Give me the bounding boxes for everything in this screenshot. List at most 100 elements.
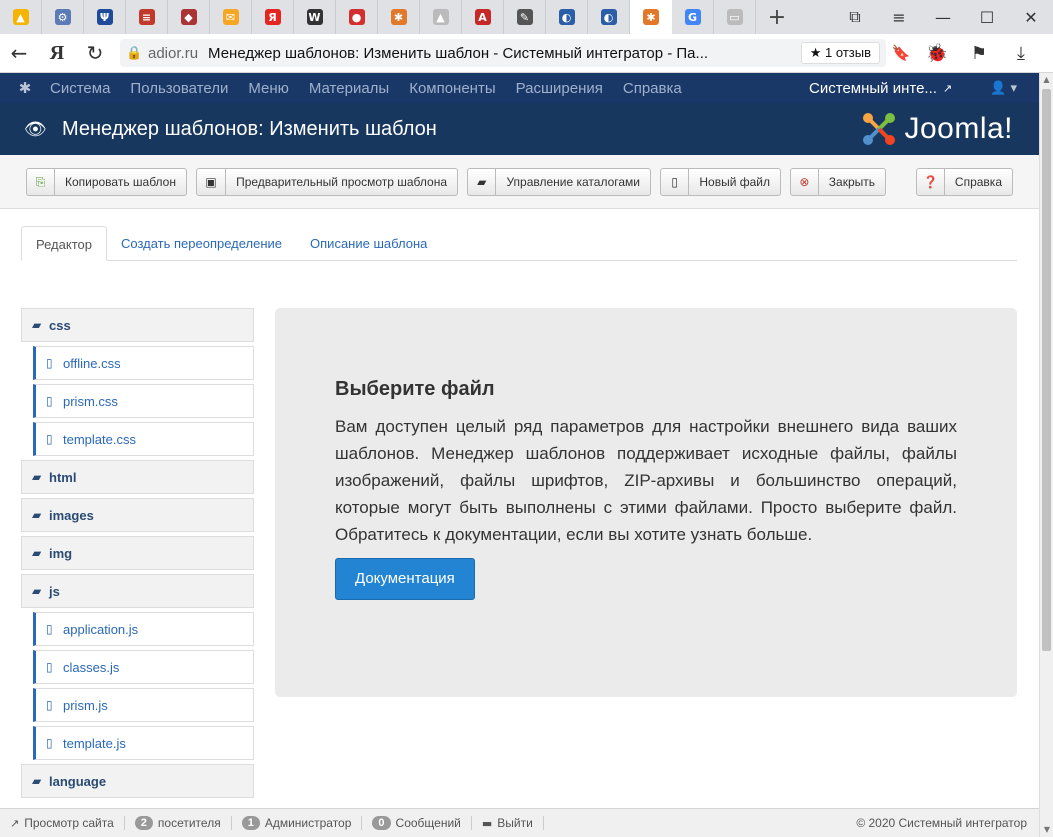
browser-tab[interactable]: G bbox=[672, 0, 714, 34]
reviews-badge[interactable]: ★ 1 отзыв bbox=[800, 42, 880, 64]
site-name-link[interactable]: Системный инте... bbox=[809, 80, 937, 97]
vertical-scrollbar[interactable]: ▲ ▼ bbox=[1039, 73, 1053, 837]
browser-tab[interactable]: ✱ bbox=[378, 0, 420, 34]
toolbar: ⎘ Копировать шаблон ▣ Предварительный пр… bbox=[0, 155, 1039, 209]
tree-file[interactable]: ▯ classes.js bbox=[33, 650, 254, 684]
logout-link[interactable]: ▬ Выйти bbox=[472, 816, 544, 830]
url-bar[interactable]: 🔒 adior.ru Менеджер шаблонов: Изменить ш… bbox=[120, 39, 886, 67]
mail-icon: ✉ bbox=[222, 9, 239, 25]
menu-menus[interactable]: Меню bbox=[248, 80, 289, 97]
menu-help[interactable]: Справка bbox=[623, 80, 682, 97]
close-window-icon[interactable]: ✕ bbox=[1009, 0, 1053, 34]
download-icon[interactable]: ⤓ bbox=[1000, 34, 1042, 73]
tree-folder[interactable]: ▰ img bbox=[21, 536, 254, 570]
browser-tab[interactable]: ◐ bbox=[546, 0, 588, 34]
menu-extensions[interactable]: Расширения bbox=[516, 80, 603, 97]
close-button[interactable]: ⊗ Закрыть bbox=[790, 168, 886, 196]
tab-template-description[interactable]: Описание шаблона bbox=[296, 226, 441, 261]
tree-folder[interactable]: ▰ js bbox=[21, 574, 254, 608]
browser-tab[interactable]: W bbox=[294, 0, 336, 34]
browser-tab[interactable]: ● bbox=[336, 0, 378, 34]
eye-icon: 👁 bbox=[24, 118, 47, 140]
browser-tabbar: ▲ ⚙ Ψ ≡ ◆ ✉ Я W ● ✱ ▲ A ✎ ◐ ◐ ✱ G ▭ + ⧉ ≡ — ☐ ✕ bbox=[0, 0, 1053, 34]
preview-template-button[interactable]: ▣ Предварительный просмотр шаблона bbox=[196, 168, 458, 196]
scroll-up-arrow-icon[interactable]: ▲ bbox=[1040, 73, 1053, 87]
tree-file[interactable]: ▯ application.js bbox=[33, 612, 254, 646]
browser-tab[interactable]: ✱ bbox=[630, 0, 672, 34]
menu-icon[interactable]: ≡ bbox=[877, 0, 921, 34]
menu-components[interactable]: Компоненты bbox=[409, 80, 495, 97]
joomla-logo-icon[interactable]: ✱ bbox=[0, 79, 50, 97]
wikipedia-icon: W bbox=[306, 9, 323, 25]
folder-open-icon: ▰ bbox=[32, 470, 42, 484]
browser-tab[interactable]: ≡ bbox=[126, 0, 168, 34]
psi-icon: Ψ bbox=[96, 9, 113, 25]
back-arrow-icon[interactable]: ← bbox=[0, 34, 38, 73]
tree-file[interactable]: ▯ prism.css bbox=[33, 384, 254, 418]
admins-status[interactable]: 1 Администратор bbox=[232, 816, 363, 830]
menu-content[interactable]: Материалы bbox=[309, 80, 389, 97]
scroll-down-arrow-icon[interactable]: ▼ bbox=[1040, 823, 1053, 837]
new-tab-button[interactable]: + bbox=[756, 0, 798, 34]
tree-file[interactable]: ▯ template.css bbox=[33, 422, 254, 456]
triangle-icon: ▲ bbox=[432, 9, 449, 25]
site-icon: ◐ bbox=[558, 9, 575, 25]
bookmark-icon[interactable]: 🔖 bbox=[886, 44, 916, 62]
reload-icon[interactable]: ↻ bbox=[76, 34, 114, 73]
tree-item-label: template.js bbox=[63, 735, 126, 751]
browser-tab[interactable]: ▭ bbox=[714, 0, 756, 34]
scrollbar-thumb[interactable] bbox=[1042, 89, 1051, 651]
browser-tab[interactable]: ▲ bbox=[0, 0, 42, 34]
tree-item-label: prism.js bbox=[63, 697, 108, 713]
tree-item-label: classes.js bbox=[63, 659, 120, 675]
documentation-button[interactable]: Документация bbox=[335, 558, 475, 600]
browser-tab[interactable]: ✉ bbox=[210, 0, 252, 34]
browser-tab[interactable]: Ψ bbox=[84, 0, 126, 34]
close-label: Закрыть bbox=[828, 175, 875, 189]
browser-tab[interactable]: ◆ bbox=[168, 0, 210, 34]
user-dropdown-icon[interactable]: 👤 ▾ bbox=[990, 81, 1017, 96]
view-site-link[interactable]: ↗ Просмотр сайта bbox=[0, 816, 125, 830]
tree-item-label: images bbox=[49, 507, 94, 523]
tree-file[interactable]: ▯ prism.js bbox=[33, 688, 254, 722]
tree-file[interactable]: ▯ offline.css bbox=[33, 346, 254, 380]
folder-open-icon: ▰ bbox=[32, 318, 42, 332]
url-page-title: Менеджер шаблонов: Изменить шаблон - Сис… bbox=[208, 44, 709, 62]
menu-users[interactable]: Пользователи bbox=[130, 80, 228, 97]
folder-open-icon: ▰ bbox=[32, 774, 42, 788]
ladybug-extension-icon[interactable]: 🐞 bbox=[916, 34, 958, 73]
tree-folder[interactable]: ▰ language bbox=[21, 764, 254, 798]
tree-folder[interactable]: ▰ css bbox=[21, 308, 254, 342]
tree-folder[interactable]: ▰ html bbox=[21, 460, 254, 494]
lock-icon[interactable]: 🔒 bbox=[126, 46, 148, 61]
minimize-icon[interactable]: — bbox=[921, 0, 965, 34]
translate-extension-icon[interactable]: ⚑ bbox=[958, 34, 1000, 73]
browser-tab[interactable]: ✎ bbox=[504, 0, 546, 34]
site-icon: A bbox=[474, 9, 491, 25]
browser-tab[interactable]: ▲ bbox=[420, 0, 462, 34]
yandex-button[interactable]: Я bbox=[38, 34, 76, 73]
manage-folders-button[interactable]: ▰ Управление каталогами bbox=[467, 168, 651, 196]
messages-status[interactable]: 0 Сообщений bbox=[362, 816, 472, 830]
messages-count-badge: 0 bbox=[372, 816, 391, 830]
new-file-button[interactable]: ▯ Новый файл bbox=[660, 168, 781, 196]
folder-open-icon: ▰ bbox=[32, 546, 42, 560]
tree-folder[interactable]: ▰ images bbox=[21, 498, 254, 532]
tab-manager-icon[interactable]: ⧉ bbox=[833, 0, 877, 34]
browser-tab[interactable]: ⚙ bbox=[42, 0, 84, 34]
copy-template-button[interactable]: ⎘ Копировать шаблон bbox=[26, 168, 187, 196]
file-icon: ▯ bbox=[46, 394, 53, 408]
maximize-icon[interactable]: ☐ bbox=[965, 0, 1009, 34]
menu-system[interactable]: Система bbox=[50, 80, 110, 97]
file-tree: ▰ css ▯ offline.css ▯ prism.css ▯ template.css ▰… bbox=[21, 308, 254, 802]
browser-tab[interactable]: Я bbox=[252, 0, 294, 34]
tree-file[interactable]: ▯ template.js bbox=[33, 726, 254, 760]
browser-addressbar: ← Я ↻ 🔒 adior.ru Менеджер шаблонов: Изме… bbox=[0, 34, 1053, 73]
help-button[interactable]: ❓ Справка bbox=[916, 168, 1013, 196]
browser-tab[interactable]: ◐ bbox=[588, 0, 630, 34]
tab-editor[interactable]: Редактор bbox=[21, 226, 107, 261]
tab-create-override[interactable]: Создать переопределение bbox=[107, 226, 296, 261]
browser-tab[interactable]: A bbox=[462, 0, 504, 34]
admin-status-bar: ↗ Просмотр сайта 2 посетителя 1 Админист… bbox=[0, 808, 1039, 837]
visitors-status[interactable]: 2 посетителя bbox=[125, 816, 232, 830]
